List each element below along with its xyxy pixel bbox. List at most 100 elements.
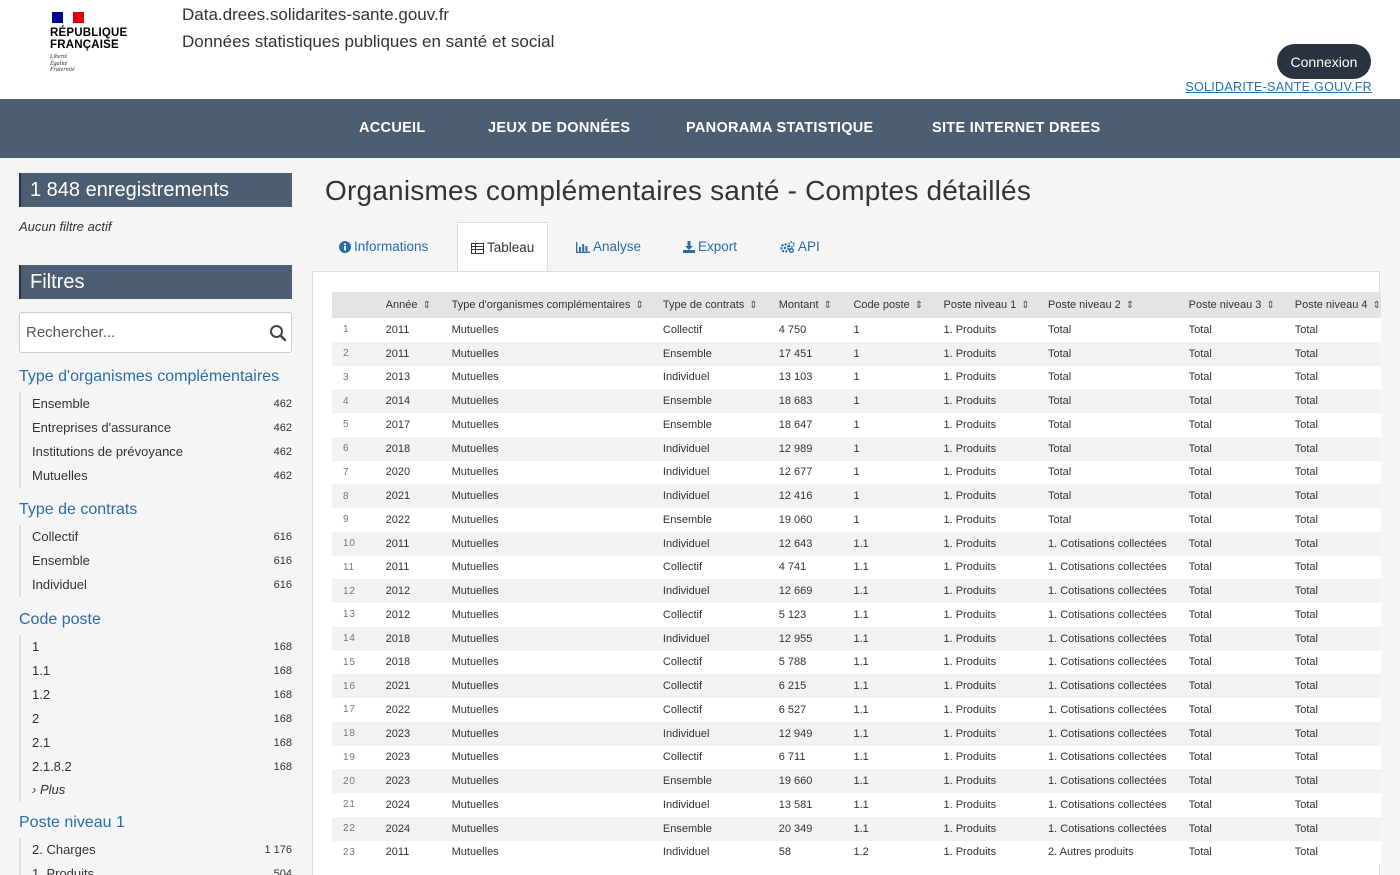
table-cell: 1. Cotisations collectées — [1048, 632, 1167, 645]
column-header[interactable]: Année ⇕ — [386, 292, 452, 318]
sort-icon[interactable]: ⇕ — [422, 300, 430, 311]
facet-item[interactable]: 2. Charges 1 176 — [21, 838, 292, 862]
facet-item[interactable]: Mutuelles 462 — [21, 464, 292, 488]
nav-item-site-internet-drees[interactable]: SITE INTERNET DREES — [932, 99, 1100, 158]
facet-title[interactable]: Type d'organismes complémentaires — [19, 368, 279, 386]
table-cell: Total — [1294, 608, 1318, 621]
facet-item[interactable]: 1. Produits 504 — [21, 862, 292, 875]
table-cell: 1.1 — [853, 656, 869, 669]
table-cell: Mutuelles — [451, 323, 499, 336]
sort-icon[interactable]: ⇕ — [824, 300, 832, 311]
table-row[interactable]: 12 2012 Mutuelles Individuel 12 669 1.1 1. Pro… — [332, 579, 1381, 603]
column-header[interactable]: Code poste ⇕ — [853, 292, 943, 318]
table-row[interactable]: 22 2024 Mutuelles Ensemble 20 349 1.1 1. Produ… — [332, 816, 1381, 841]
nav-item-jeux-de-donnees[interactable]: JEUX DE DONNÉES — [488, 99, 630, 158]
table-row[interactable]: 17 2022 Mutuelles Collectif 6 527 1.1 1. Produ… — [332, 698, 1381, 722]
table-cell: 2. Autres produits — [1048, 846, 1134, 859]
column-header[interactable]: Poste niveau 3 ⇕ — [1189, 292, 1295, 318]
table-row[interactable]: 18 2023 Mutuelles Individuel 12 949 1.1 1. Pro… — [332, 721, 1381, 746]
column-header[interactable]: Poste niveau 2 ⇕ — [1048, 292, 1189, 318]
table-row[interactable]: 3 2013 Mutuelles Individuel 13 103 1 1. Produi… — [332, 365, 1381, 390]
table-row[interactable]: 13 2012 Mutuelles Collectif 5 123 1.1 1. Produ… — [332, 603, 1381, 627]
table-row[interactable]: 4 2014 Mutuelles Ensemble 18 683 1 1. Produits… — [332, 389, 1381, 413]
tab-informations[interactable]: Informations — [339, 222, 428, 272]
ministry-link[interactable]: SOLIDARITE-SANTE.GOUV.FR — [1185, 80, 1372, 94]
table-cell: Total — [1048, 323, 1072, 336]
facet-title[interactable]: Poste niveau 1 — [19, 814, 125, 832]
sort-icon[interactable]: ⇕ — [1021, 300, 1029, 311]
table-cell: 1.1 — [853, 632, 869, 645]
tab-analyse[interactable]: Analyse — [576, 222, 641, 272]
tab-export[interactable]: Export — [683, 222, 737, 272]
republique-francaise-logo[interactable]: RÉPUBLIQUE FRANÇAISE Liberté Égalité Fra… — [50, 12, 140, 82]
tab-tableau[interactable]: Tableau — [457, 222, 549, 273]
table-row[interactable]: 9 2022 Mutuelles Ensemble 19 060 1 1. Produits… — [332, 508, 1381, 532]
nav-item-panorama-statistique[interactable]: PANORAMA STATISTIQUE — [686, 99, 874, 158]
sort-icon[interactable]: ⇕ — [915, 300, 923, 311]
table-row[interactable]: 14 2018 Mutuelles Individuel 12 955 1.1 1. Pro… — [332, 626, 1381, 651]
facet-item[interactable]: Collectif 616 — [21, 525, 292, 549]
table-cell: 2023 — [385, 727, 411, 740]
column-header[interactable]: Poste niveau 4 ⇕ — [1295, 292, 1381, 318]
search-icon[interactable] — [269, 324, 287, 342]
connexion-button[interactable]: Connexion — [1277, 44, 1371, 79]
table-cell: Individuel — [662, 846, 710, 859]
table-cell: 20 349 — [778, 822, 813, 835]
column-header-label: Année — [385, 299, 418, 311]
facet-item[interactable]: 1 168 — [21, 635, 292, 659]
table-row[interactable]: 10 2011 Mutuelles Individuel 12 643 1.1 1. Pro… — [332, 531, 1381, 556]
table-cell: Mutuelles — [451, 513, 499, 526]
facet-item[interactable]: 1.2 168 — [21, 683, 292, 707]
sort-icon[interactable]: ⇕ — [749, 300, 757, 311]
facet-more-link[interactable]: › Plus — [21, 779, 292, 801]
table-row[interactable]: 11 2011 Mutuelles Collectif 4 741 1.1 1. Produ… — [332, 555, 1381, 580]
facet-item[interactable]: Entreprises d'assurance 462 — [21, 416, 292, 440]
active-filters-status: Aucun filtre actif — [19, 219, 112, 234]
table-row[interactable]: 5 2017 Mutuelles Ensemble 18 647 1 1. Produits… — [332, 413, 1381, 437]
table-cell: 2023 — [385, 751, 411, 764]
column-header-label: Poste niveau 1 — [943, 299, 1017, 311]
table-row[interactable]: 21 2024 Mutuelles Individuel 13 581 1.1 1. Pro… — [332, 793, 1381, 817]
sort-icon[interactable]: ⇕ — [1373, 300, 1381, 311]
table-cell: 2024 — [385, 798, 411, 811]
table-row[interactable]: 6 2018 Mutuelles Individuel 12 989 1 1. Produi… — [332, 436, 1381, 461]
table-row[interactable]: 23 2011 Mutuelles Individuel 58 1.2 1. Produit… — [332, 840, 1381, 865]
table-row[interactable]: 7 2020 Mutuelles Individuel 12 677 1 1. Produi… — [332, 460, 1381, 485]
column-header[interactable]: Poste niveau 1 ⇕ — [943, 292, 1048, 318]
site-title[interactable]: Data.drees.solidarites-sante.gouv.fr — [182, 5, 449, 25]
facet-item[interactable]: 2.1.8.2 168 — [21, 755, 292, 779]
table-row[interactable]: 15 2018 Mutuelles Collectif 5 788 1.1 1. Produ… — [332, 650, 1381, 675]
table-row[interactable]: 19 2023 Mutuelles Collectif 6 711 1.1 1. Produ… — [332, 745, 1381, 770]
column-header[interactable]: Type de contrats ⇕ — [663, 292, 779, 318]
facet-item[interactable]: Ensemble 462 — [21, 392, 292, 416]
table-cell: Individuel — [662, 585, 710, 598]
tab-api[interactable]: API — [780, 222, 820, 272]
facet-title[interactable]: Type de contrats — [19, 501, 137, 519]
sort-icon[interactable]: ⇕ — [1126, 300, 1134, 311]
table-cell: 1. Produits — [943, 537, 997, 550]
table-row[interactable]: 8 2021 Mutuelles Individuel 12 416 1 1. Produi… — [332, 484, 1381, 508]
logo-motto: Liberté Égalité Fraternité — [50, 54, 75, 73]
table-cell: Individuel — [662, 727, 710, 740]
filter-search-input[interactable] — [20, 313, 250, 352]
sort-icon[interactable]: ⇕ — [635, 300, 643, 311]
column-header[interactable]: Type d'organismes complémentaires ⇕ — [452, 292, 663, 318]
column-header[interactable]: Montant ⇕ — [779, 292, 854, 318]
table-row[interactable]: 2 2011 Mutuelles Ensemble 17 451 1 1. Produits… — [332, 341, 1381, 366]
table-scroll-area[interactable]: Année ⇕ Type d'organismes complémentaires ⇕… — [332, 292, 1381, 875]
table-cell: 1. Cotisations collectées — [1048, 751, 1167, 764]
table-row[interactable]: 20 2023 Mutuelles Ensemble 19 660 1.1 1. Produ… — [332, 769, 1381, 793]
facet-item[interactable]: 1.1 168 — [21, 659, 292, 683]
facet-item[interactable]: Individuel 616 — [21, 573, 292, 597]
tab-label: Export — [698, 239, 738, 254]
table-row[interactable]: 1 2011 Mutuelles Collectif 4 750 1 1. Produits… — [332, 318, 1381, 342]
facet-item[interactable]: Ensemble 616 — [21, 549, 292, 573]
facet-item[interactable]: Institutions de prévoyance 462 — [21, 440, 292, 464]
nav-item-accueil[interactable]: ACCUEIL — [359, 99, 426, 158]
table-cell: 1. Cotisations collectées — [1048, 656, 1167, 669]
facet-item[interactable]: 2.1 168 — [21, 731, 292, 755]
facet-title[interactable]: Code poste — [19, 611, 101, 629]
facet-item[interactable]: 2 168 — [21, 707, 292, 731]
table-row[interactable]: 16 2021 Mutuelles Collectif 6 215 1.1 1. Produ… — [332, 674, 1381, 698]
sort-icon[interactable]: ⇕ — [1266, 300, 1274, 311]
